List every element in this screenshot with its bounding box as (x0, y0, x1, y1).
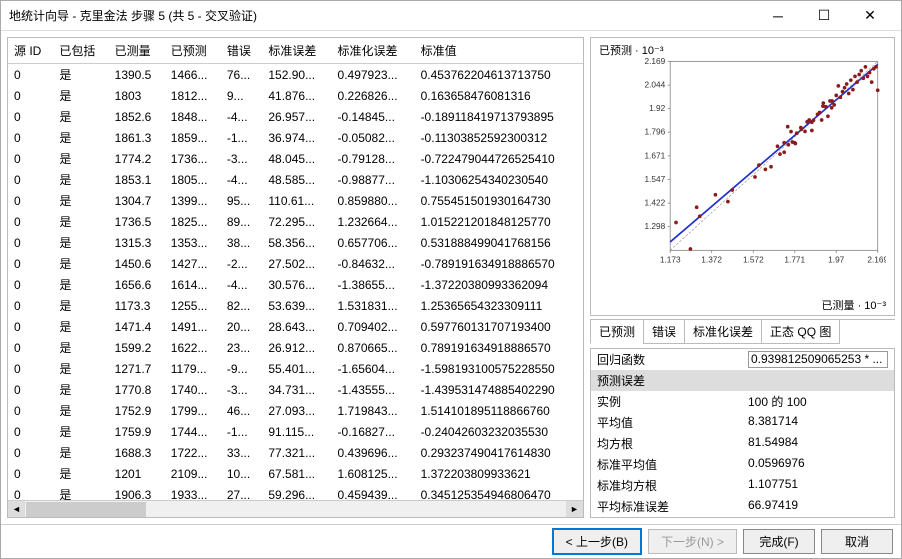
window-controls: ─ ☐ ✕ (755, 1, 893, 31)
svg-text:1.298: 1.298 (644, 221, 665, 231)
table-row[interactable]: 0是1390.51466...76...152.90...0.497923...… (8, 64, 583, 86)
tab-0[interactable]: 已预测 (590, 320, 644, 344)
table-row[interactable]: 0是1752.91799...46...27.093...1.719843...… (8, 400, 583, 421)
regression-value[interactable]: 0.939812509065253 * ... (748, 351, 888, 368)
table-row[interactable]: 0是1759.91744...-1...91.115...-0.16827...… (8, 421, 583, 442)
svg-text:1.92: 1.92 (649, 103, 665, 113)
table-row[interactable]: 0是1656.61614...-4...30.576...-1.38655...… (8, 274, 583, 295)
svg-text:1.97: 1.97 (828, 254, 844, 264)
validation-table: 源 ID已包括已测量已预测错误标准误差标准化误差标准值 0是1390.51466… (8, 38, 583, 500)
window-title: 地统计向导 - 克里金法 步骤 5 (共 5 - 交叉验证) (9, 7, 755, 24)
table-row[interactable]: 0是12012109...10...67.581...1.608125...1.… (8, 463, 583, 484)
col-header[interactable]: 已预测 (165, 38, 221, 64)
table-scroll[interactable]: 源 ID已包括已测量已预测错误标准误差标准化误差标准值 0是1390.51466… (8, 38, 583, 500)
col-header[interactable]: 已包括 (53, 38, 108, 64)
chart-box: 已预测 · 10⁻³ 1.298 1.422 1.547 1.671 1.796 1.92… (590, 37, 895, 316)
table-row[interactable]: 0是1599.21622...23...26.912...0.870665...… (8, 337, 583, 358)
table-row[interactable]: 0是1304.71399...95...110.61...0.859880...… (8, 190, 583, 211)
scroll-thumb[interactable] (26, 502, 146, 517)
chart-ylabel: 已预测 · 10⁻³ (599, 42, 663, 58)
titlebar: 地统计向导 - 克里金法 步骤 5 (共 5 - 交叉验证) ─ ☐ ✕ (1, 1, 901, 31)
table-row[interactable]: 0是1471.41491...20...28.643...0.709402...… (8, 316, 583, 337)
col-header[interactable]: 标准值 (415, 38, 583, 64)
stats-row: 标准平均值0.0596976 (591, 454, 894, 475)
content: 源 ID已包括已测量已预测错误标准误差标准化误差标准值 0是1390.51466… (1, 31, 901, 524)
chart-tabs: 已预测错误标准化误差正态 QQ 图 (590, 319, 895, 344)
table-panel: 源 ID已包括已测量已预测错误标准误差标准化误差标准值 0是1390.51466… (7, 37, 584, 518)
table-row[interactable]: 0是1173.31255...82...53.639...1.531831...… (8, 295, 583, 316)
scroll-right-icon[interactable]: ► (566, 501, 583, 518)
stats-panel: 回归函数 0.939812509065253 * ... 预测误差 实例100 … (590, 348, 895, 518)
svg-text:1.422: 1.422 (644, 198, 665, 208)
regression-row: 回归函数 0.939812509065253 * ... (591, 349, 894, 370)
cancel-button[interactable]: 取消 (821, 529, 893, 554)
tab-3[interactable]: 正态 QQ 图 (761, 320, 840, 344)
svg-text:1.572: 1.572 (743, 254, 764, 264)
chart-area: 1.298 1.422 1.547 1.671 1.796 1.92 2.044 2.169 1… (637, 58, 886, 281)
col-header[interactable]: 标准误差 (262, 38, 331, 64)
col-header[interactable]: 错误 (221, 38, 263, 64)
table-row[interactable]: 0是1271.71179...-9...55.401...-1.65604...… (8, 358, 583, 379)
col-header[interactable]: 已测量 (109, 38, 165, 64)
col-header[interactable]: 源 ID (8, 38, 53, 64)
stats-row: 实例100 的 100 (591, 391, 894, 412)
table-row[interactable]: 0是1852.61848...-4...26.957...-0.14845...… (8, 106, 583, 127)
chart-xlabel: 已测量 · 10⁻³ (822, 297, 886, 313)
svg-text:2.169: 2.169 (867, 254, 886, 264)
stats-row: 标准均方根1.107751 (591, 475, 894, 496)
svg-text:1.796: 1.796 (644, 127, 665, 137)
maximize-button[interactable]: ☐ (801, 1, 847, 31)
table-row[interactable]: 0是1315.31353...38...58.356...0.657706...… (8, 232, 583, 253)
table-row[interactable]: 0是1861.31859...-1...36.974...-0.05082...… (8, 127, 583, 148)
scroll-left-icon[interactable]: ◄ (8, 501, 25, 518)
table-row[interactable]: 0是1450.61427...-2...27.502...-0.84632...… (8, 253, 583, 274)
stats-row: 均方根81.54984 (591, 433, 894, 454)
h-scrollbar[interactable]: ◄ ► (8, 500, 583, 517)
stats-row: 平均值8.381714 (591, 412, 894, 433)
finish-button[interactable]: 完成(F) (743, 529, 815, 554)
table-row[interactable]: 0是18031812...9...41.876...0.226826...0.1… (8, 85, 583, 106)
svg-text:1.173: 1.173 (660, 254, 681, 264)
table-row[interactable]: 0是1688.31722...33...77.321...0.439696...… (8, 442, 583, 463)
svg-text:1.547: 1.547 (644, 174, 665, 184)
table-row[interactable]: 0是1774.21736...-3...48.045...-0.79128...… (8, 148, 583, 169)
svg-text:1.372: 1.372 (701, 254, 722, 264)
regression-label: 回归函数 (597, 351, 748, 368)
stats-header: 预测误差 (591, 370, 894, 391)
svg-text:1.671: 1.671 (644, 150, 665, 160)
minimize-button[interactable]: ─ (755, 1, 801, 31)
svg-text:2.044: 2.044 (644, 80, 665, 90)
table-row[interactable]: 0是1906.31933...27...59.296...0.459439...… (8, 484, 583, 500)
wizard-window: 地统计向导 - 克里金法 步骤 5 (共 5 - 交叉验证) ─ ☐ ✕ 源 I… (0, 0, 902, 559)
close-button[interactable]: ✕ (847, 1, 893, 31)
col-header[interactable]: 标准化误差 (332, 38, 415, 64)
svg-text:2.169: 2.169 (644, 58, 665, 66)
footer: < 上一步(B) 下一步(N) > 完成(F) 取消 (1, 524, 901, 558)
table-row[interactable]: 0是1853.11805...-4...48.585...-0.98877...… (8, 169, 583, 190)
tab-1[interactable]: 错误 (643, 320, 685, 344)
back-button[interactable]: < 上一步(B) (552, 528, 642, 555)
table-row[interactable]: 0是1736.51825...89...72.295...1.232664...… (8, 211, 583, 232)
next-button: 下一步(N) > (648, 529, 737, 554)
tab-2[interactable]: 标准化误差 (684, 320, 762, 344)
right-panel: 已预测 · 10⁻³ 1.298 1.422 1.547 1.671 1.796 1.92… (590, 37, 895, 518)
table-row[interactable]: 0是1770.81740...-3...34.731...-1.43555...… (8, 379, 583, 400)
stats-row: 平均标准误差66.97419 (591, 496, 894, 517)
svg-text:1.771: 1.771 (784, 254, 805, 264)
